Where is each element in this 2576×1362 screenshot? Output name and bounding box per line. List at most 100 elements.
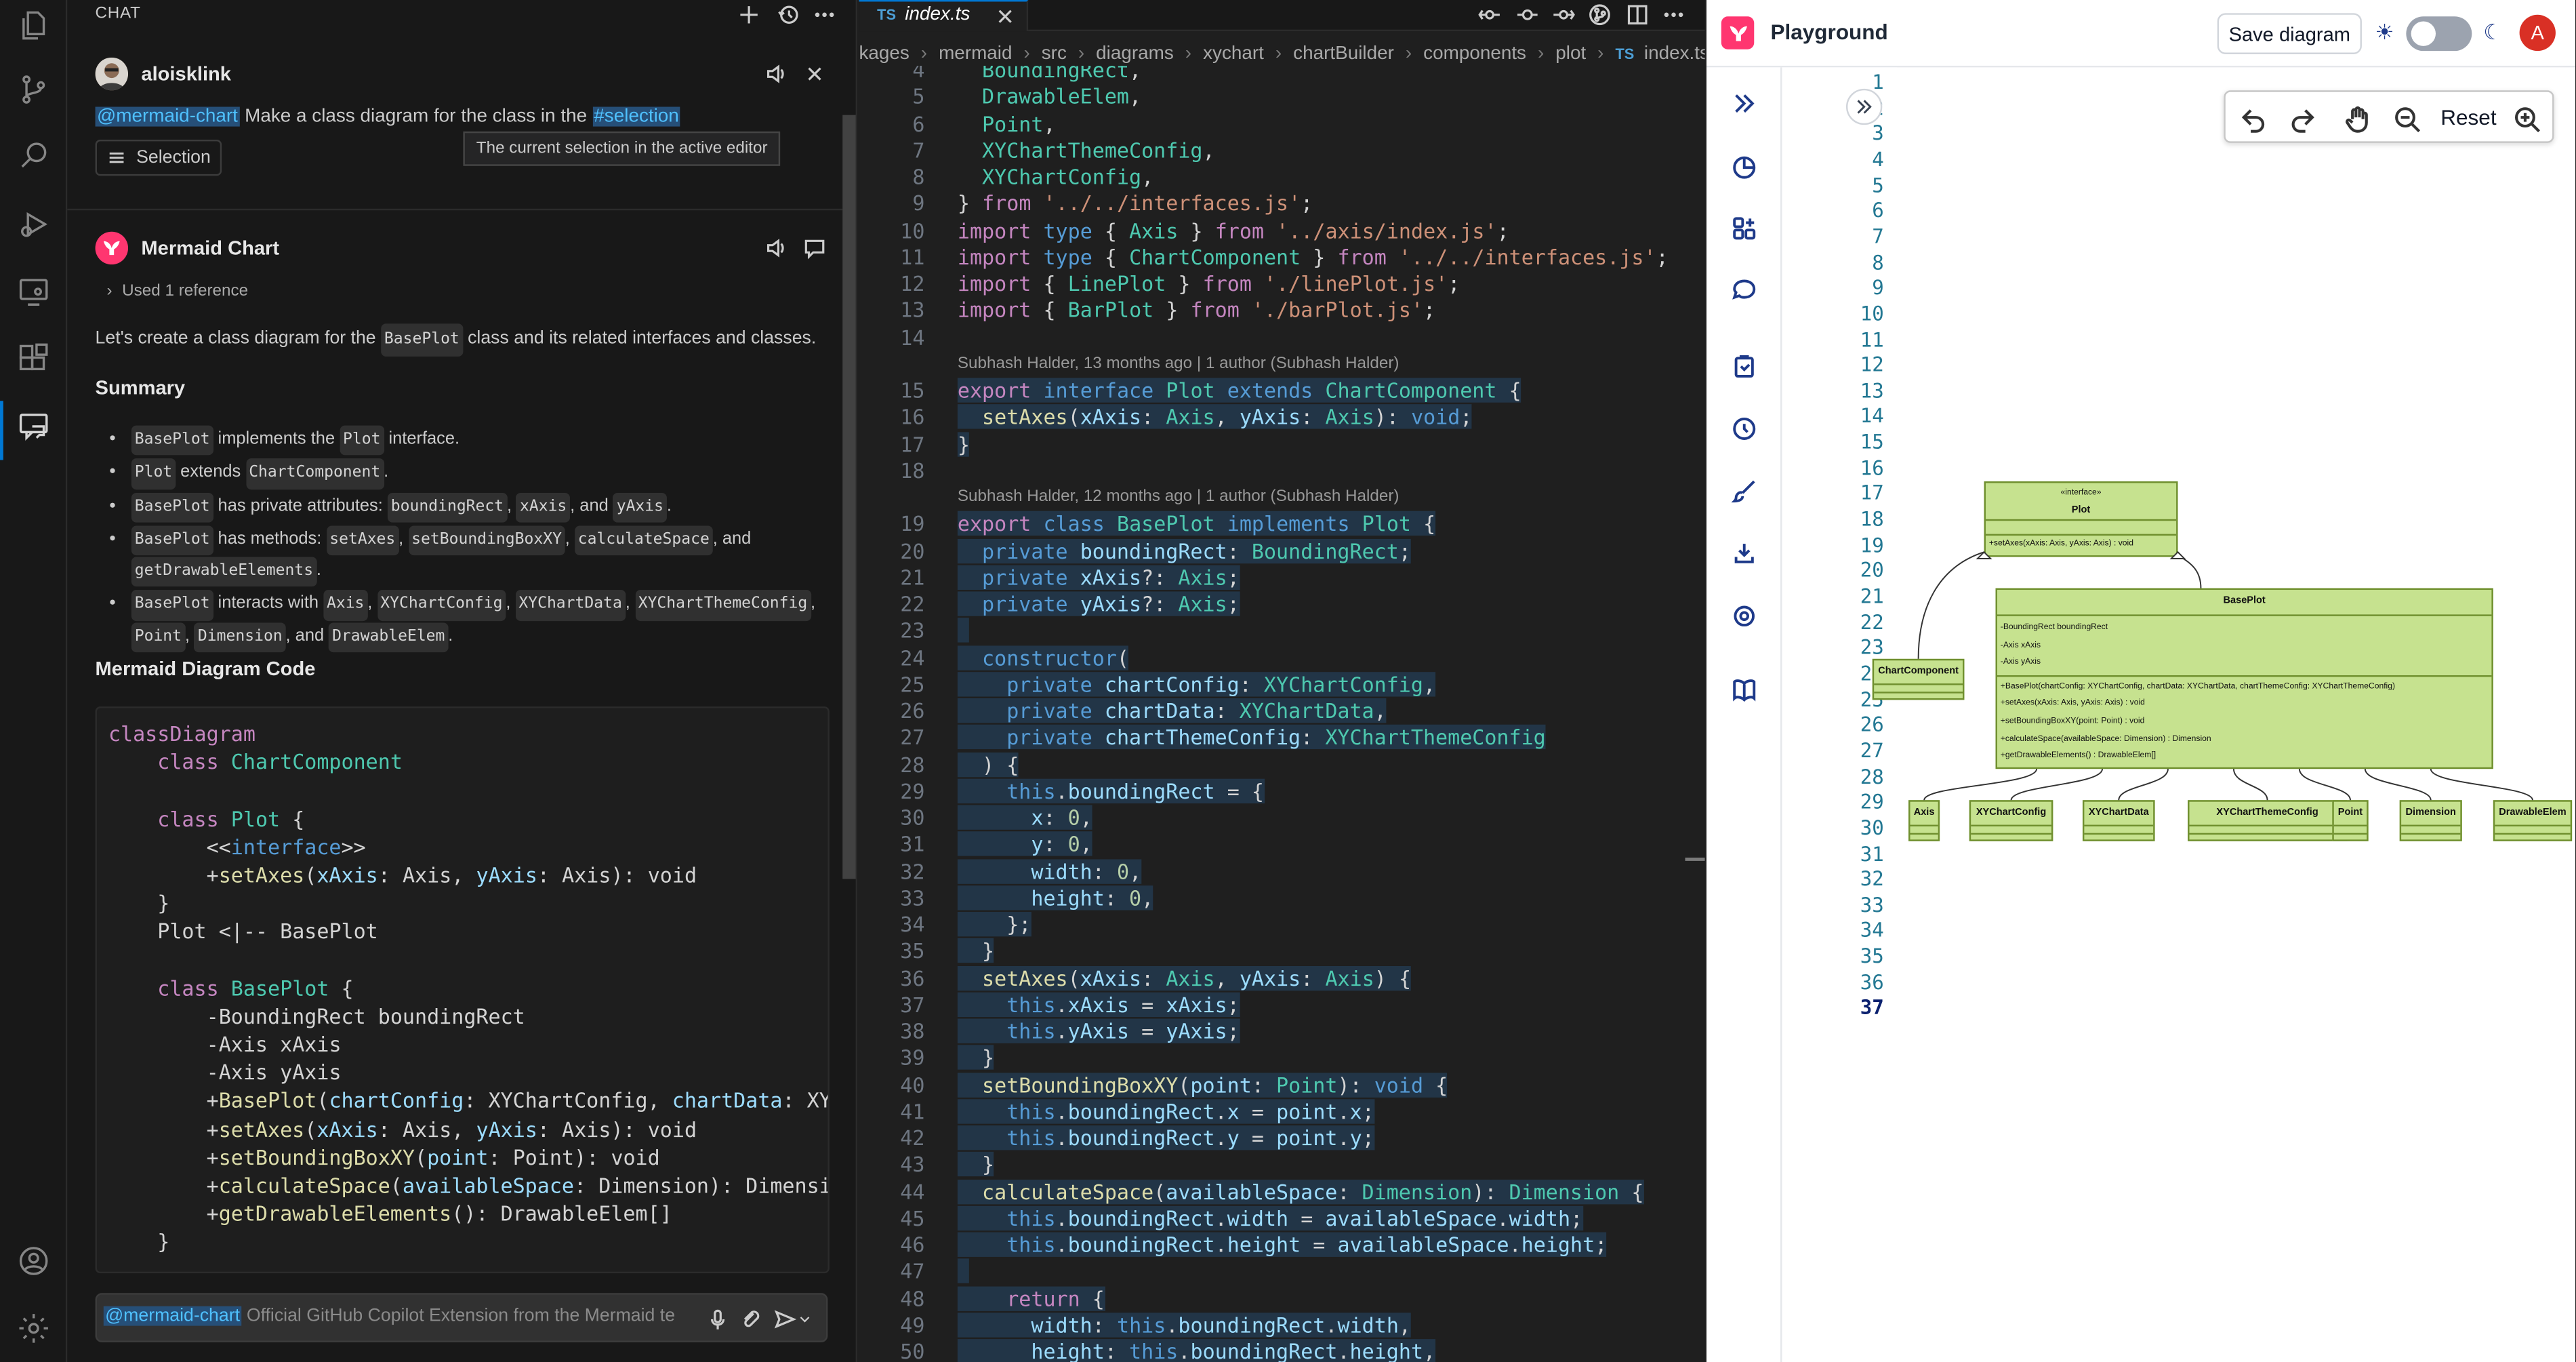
bot-name: Mermaid Chart: [141, 236, 280, 260]
code-line: private boundingRect: BoundingRect;: [957, 538, 1411, 563]
line-number: 21: [1860, 584, 1884, 608]
uml-class-axis[interactable]: Axis: [1908, 800, 1940, 841]
uml-class-xychartdata[interactable]: XYChartData: [2082, 800, 2155, 841]
git-commit-icon[interactable]: [1514, 1, 1540, 28]
line-number: 32: [900, 858, 925, 883]
breadcrumb-item[interactable]: index.ts: [1644, 44, 1705, 64]
new-chat-icon[interactable]: [736, 1, 762, 28]
breadcrumb-item[interactable]: mermaid: [939, 44, 1012, 64]
reset-button[interactable]: Reset: [2440, 105, 2496, 129]
line-number: 22: [1860, 610, 1884, 634]
send-icon[interactable]: [772, 1306, 798, 1333]
collapse-editor-button[interactable]: [1845, 88, 1883, 125]
uml-text: [2189, 824, 2346, 833]
history-icon[interactable]: [1730, 414, 1759, 444]
zoom-in-icon[interactable]: [2510, 102, 2542, 134]
expand-sidebar-icon[interactable]: [1730, 89, 1759, 119]
run-debug-icon[interactable]: [13, 204, 52, 243]
code-chip: Plot: [131, 458, 176, 489]
uml-text: +BasePlot(chartConfig: XYChartConfig, ch…: [2000, 681, 2396, 692]
code-line: <<interface>>: [206, 834, 366, 859]
chat-input[interactable]: @mermaid-chart Official GitHub Copilot E…: [95, 1293, 828, 1342]
selection-chip[interactable]: Selection: [95, 139, 222, 176]
selection-tag[interactable]: #selection: [592, 106, 681, 127]
search-icon[interactable]: [13, 135, 52, 174]
uml-class-plot[interactable]: «interface» Plot +setAxes(xAxis: Axis, yAx…: [1984, 481, 2178, 557]
used-references[interactable]: › Used 1 reference: [107, 283, 249, 301]
chat-scrollbar[interactable]: [842, 115, 856, 879]
brush-icon[interactable]: [1730, 477, 1759, 506]
shapes-icon[interactable]: [1730, 214, 1759, 243]
save-diagram-button[interactable]: Save diagram: [2217, 13, 2362, 54]
breadcrumb-item[interactable]: diagrams: [1096, 44, 1174, 64]
accounts-icon[interactable]: [13, 1241, 52, 1280]
attach-icon[interactable]: [737, 1306, 764, 1333]
uml-class-dimension[interactable]: Dimension: [2399, 800, 2462, 841]
line-number: 11: [900, 244, 925, 269]
mermaid-code-block[interactable]: classDiagram class ChartComponent class …: [95, 706, 830, 1274]
clipboard-icon[interactable]: [1730, 352, 1759, 382]
user-avatar[interactable]: A: [2519, 14, 2556, 52]
split-editor-icon[interactable]: [1624, 1, 1651, 28]
breadcrumb-item[interactable]: kages: [859, 44, 909, 64]
more-actions-icon[interactable]: [811, 1, 838, 28]
uml-class-baseplot[interactable]: BasePlot -BoundingRect boundingRect -Axis …: [1995, 588, 2493, 769]
breadcrumb-item[interactable]: chartBuilder: [1293, 44, 1394, 64]
source-control-icon[interactable]: [13, 69, 52, 108]
code-line: x: 0,: [957, 805, 1092, 830]
breadcrumb-item[interactable]: src: [1042, 44, 1067, 64]
breadcrumb-item[interactable]: components: [1423, 44, 1526, 64]
tab-index-ts[interactable]: TS index.ts: [859, 0, 1029, 32]
theme-toggle[interactable]: [2406, 16, 2472, 52]
explorer-icon[interactable]: [13, 5, 52, 44]
pie-chart-icon[interactable]: [1730, 151, 1759, 181]
comment-icon[interactable]: [1730, 276, 1759, 306]
undo-icon[interactable]: [2237, 102, 2270, 134]
uml-class-chartcomponent[interactable]: ChartComponent: [1872, 658, 1965, 700]
line-number: 50: [900, 1339, 925, 1362]
settings-gear-icon[interactable]: [13, 1308, 52, 1347]
uml-text: [1910, 833, 1938, 840]
history-icon[interactable]: [775, 1, 802, 28]
uml-text: +calculateSpace(availableSpace: Dimensio…: [2000, 734, 2211, 744]
uml-class-drawableelem[interactable]: DrawableElem: [2493, 800, 2573, 841]
chat-icon[interactable]: [13, 406, 52, 445]
line-number: 6: [1872, 199, 1884, 222]
save-diagram-label: Save diagram: [2228, 22, 2351, 45]
close-icon[interactable]: [802, 61, 828, 87]
zoom-out-icon[interactable]: [2390, 102, 2422, 134]
extensions-icon[interactable]: [13, 338, 52, 378]
timeline-back-icon[interactable]: [1477, 1, 1503, 28]
chevron-down-icon[interactable]: [796, 1306, 813, 1333]
code-line: } from '../../interfaces.js';: [957, 191, 1313, 216]
timeline-forward-icon[interactable]: [1551, 1, 1577, 28]
microphone-icon[interactable]: [705, 1306, 731, 1333]
more-actions-icon[interactable]: [1660, 1, 1687, 28]
settings-gear-icon[interactable]: [1730, 601, 1759, 631]
uml-class-xychartconfig[interactable]: XYChartConfig: [1969, 800, 2053, 841]
speaker-icon[interactable]: [764, 235, 790, 262]
mention-tag[interactable]: @mermaid-chart: [95, 106, 240, 127]
redo-icon[interactable]: [2285, 102, 2317, 134]
used-references-label: Used 1 reference: [122, 282, 249, 301]
remote-explorer-icon[interactable]: [13, 271, 52, 311]
uml-class-xychartthemeconfig[interactable]: XYChartThemeConfig: [2188, 800, 2348, 841]
hand-pan-icon[interactable]: [2340, 102, 2373, 134]
feedback-icon[interactable]: [802, 235, 828, 262]
uml-text: +setAxes(xAxis: Axis, yAxis: Axis) : voi…: [1985, 534, 2177, 554]
line-number: 15: [1860, 430, 1884, 454]
book-icon[interactable]: [1730, 675, 1759, 705]
uml-class-point[interactable]: Point: [2332, 800, 2369, 841]
breadcrumb-item[interactable]: xychart: [1203, 44, 1264, 64]
speaker-icon[interactable]: [764, 61, 790, 87]
git-compare-icon[interactable]: [1587, 1, 1613, 28]
uml-text: [2401, 824, 2461, 833]
breadcrumb-item[interactable]: plot: [1555, 44, 1586, 64]
code-editor[interactable]: 4 BoundingRect, 5 DrawableElem, 6 Point, 7 …: [859, 66, 1704, 1362]
line-number: 16: [900, 404, 925, 430]
uml-text: Dimension: [2405, 808, 2456, 818]
summary-text: interacts with: [213, 594, 324, 614]
line-number: 34: [900, 912, 925, 937]
download-icon[interactable]: [1730, 539, 1759, 569]
close-tab-icon[interactable]: [992, 3, 1019, 30]
